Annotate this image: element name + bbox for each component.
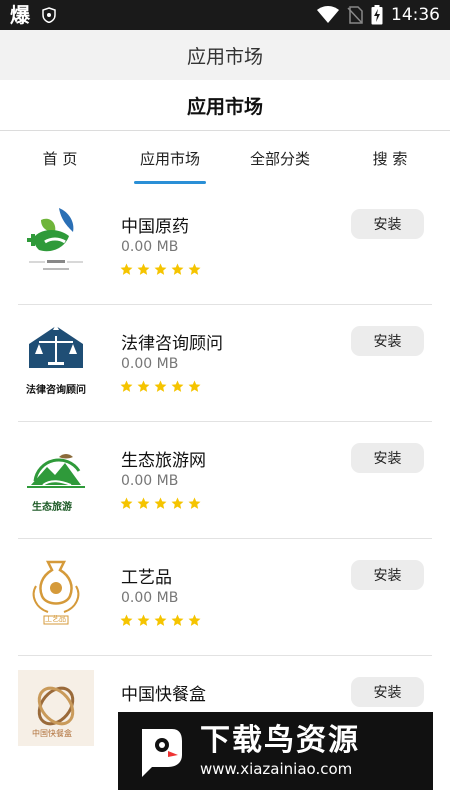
watermark-title: 下载鸟资源 (200, 723, 360, 758)
star-icon (154, 380, 167, 392)
star-icon (137, 497, 150, 509)
legal-scales-logo-icon: 法律咨询顾问 (18, 319, 94, 396)
install-button[interactable]: 安装 (351, 677, 424, 707)
bird-logo-icon (142, 729, 182, 777)
vase-logo-icon: 工艺品 (18, 553, 94, 629)
shield-icon (42, 7, 56, 23)
star-icon (137, 263, 150, 275)
star-icon (120, 497, 133, 509)
star-icon (171, 263, 184, 275)
star-icon (188, 614, 201, 626)
tab-app-market[interactable]: 应用市场 (134, 131, 206, 185)
wifi-icon (317, 6, 339, 23)
active-tab-indicator (134, 181, 206, 184)
install-button[interactable]: 安装 (351, 326, 424, 356)
list-item[interactable]: 中国原药 0.00 MB 安装 (0, 188, 450, 305)
clock: 14:36 (391, 5, 440, 25)
tab-all-categories[interactable]: 全部分类 (240, 131, 320, 185)
rating-stars (120, 263, 201, 276)
tab-all-categories-label: 全部分类 (249, 149, 310, 168)
app-size: 0.00 MB (121, 239, 179, 255)
tab-home-label: 首 页 (42, 149, 78, 168)
tab-home[interactable]: 首 页 (18, 131, 102, 185)
star-icon (137, 380, 150, 392)
tab-search-label: 搜 索 (372, 149, 408, 168)
list-item[interactable]: 生态旅游 生态旅游网 0.00 MB 安装 (0, 422, 450, 539)
watermark-banner: 下载鸟资源 www.xiazainiao.com (118, 712, 433, 790)
app-size: 0.00 MB (121, 590, 179, 606)
install-button[interactable]: 安装 (351, 443, 424, 473)
list-item[interactable]: 法律咨询顾问 法律咨询顾问 0.00 MB 安装 (0, 305, 450, 422)
watermark-url: www.xiazainiao.com (200, 760, 353, 778)
star-icon (171, 497, 184, 509)
tab-search[interactable]: 搜 索 (350, 131, 430, 185)
tab-bar: 首 页 应用市场 全部分类 搜 索 (0, 131, 450, 187)
logo-caption: 工艺品 (45, 615, 66, 623)
battery-charging-icon (371, 5, 383, 25)
app-name: 法律咨询顾问 (121, 334, 223, 354)
install-button[interactable]: 安装 (351, 209, 424, 239)
app-size: 0.00 MB (121, 473, 179, 489)
star-icon (154, 497, 167, 509)
star-icon (120, 263, 133, 275)
app-bar-title: 应用市场 (186, 45, 263, 68)
page-header: 应用市场 (0, 80, 450, 131)
logo-caption: 生态旅游 (32, 502, 72, 513)
star-icon (120, 380, 133, 392)
food-box-logo-icon: 中国快餐盒 (18, 670, 94, 746)
star-icon (188, 263, 201, 275)
no-sim-icon (347, 6, 363, 24)
page-title: 应用市场 (186, 95, 263, 118)
star-icon (120, 614, 133, 626)
star-icon (188, 380, 201, 392)
rating-stars (120, 497, 201, 510)
notification-icon: 爆 (10, 3, 30, 27)
app-name: 工艺品 (121, 568, 172, 588)
list-item[interactable]: 工艺品 工艺品 0.00 MB 安装 (0, 539, 450, 656)
tab-app-market-label: 应用市场 (139, 149, 200, 168)
star-icon (188, 497, 201, 509)
logo-caption: 法律咨询顾问 (26, 385, 86, 396)
star-icon (171, 614, 184, 626)
app-name: 中国快餐盒 (121, 685, 206, 705)
herbal-medicine-logo-icon (18, 202, 94, 278)
rating-stars (120, 614, 201, 627)
star-icon (171, 380, 184, 392)
star-icon (154, 614, 167, 626)
star-icon (137, 614, 150, 626)
app-size: 0.00 MB (121, 356, 179, 372)
app-name: 中国原药 (121, 217, 189, 237)
star-icon (154, 263, 167, 275)
install-button[interactable]: 安装 (351, 560, 424, 590)
rating-stars (120, 380, 201, 393)
logo-caption: 中国快餐盒 (32, 729, 72, 738)
status-bar: 爆 14:36 (0, 0, 450, 30)
app-name: 生态旅游网 (121, 451, 206, 471)
eco-mountain-logo-icon: 生态旅游 (18, 436, 94, 513)
app-bar: 应用市场 (0, 30, 450, 80)
